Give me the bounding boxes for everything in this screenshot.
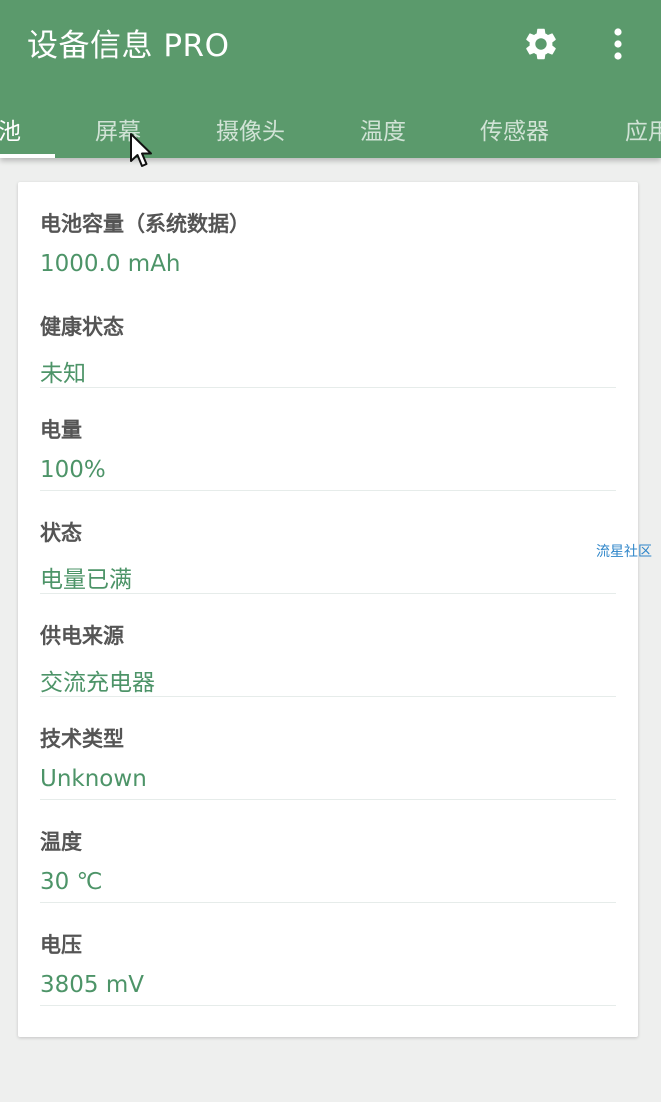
watermark-text: 流星社区 bbox=[596, 544, 652, 560]
info-value: 交流充电器 bbox=[40, 670, 155, 696]
tab-bar: 池 屏幕 摄像头 温度 传感器 应用 bbox=[0, 100, 661, 158]
info-value: 未知 bbox=[40, 361, 86, 387]
app-bar: 设备信息 PRO 池 屏幕 摄像头 温度 传感器 应用 bbox=[0, 0, 661, 158]
info-label: 温度 bbox=[40, 830, 82, 854]
info-row-level: 电量 100% bbox=[18, 388, 638, 491]
info-label: 电量 bbox=[40, 418, 82, 442]
info-value: 100% bbox=[40, 457, 106, 483]
info-row-technology: 技术类型 Unknown bbox=[18, 697, 638, 800]
settings-button[interactable] bbox=[519, 22, 563, 66]
tab-camera[interactable]: 摄像头 bbox=[216, 112, 285, 146]
info-row-voltage: 电压 3805 mV bbox=[18, 903, 638, 1006]
info-label: 状态 bbox=[40, 521, 82, 545]
info-row-health: 健康状态 未知 bbox=[18, 285, 638, 388]
info-label: 技术类型 bbox=[40, 727, 124, 751]
tab-temperature[interactable]: 温度 bbox=[360, 112, 406, 146]
info-value: 1000.0 mAh bbox=[40, 251, 181, 277]
info-value: 30 ℃ bbox=[40, 869, 103, 895]
info-label: 电池容量（系统数据） bbox=[40, 212, 250, 236]
info-row-status: 状态 电量已满 bbox=[18, 491, 638, 594]
tab-indicator bbox=[0, 154, 55, 158]
info-value: Unknown bbox=[40, 766, 147, 792]
info-row-battery-capacity: 电池容量（系统数据） 1000.0 mAh bbox=[18, 182, 638, 285]
gear-icon bbox=[526, 28, 556, 60]
more-options-button[interactable] bbox=[600, 22, 636, 66]
info-row-temperature: 温度 30 ℃ bbox=[18, 800, 638, 903]
app-title: 设备信息 PRO bbox=[27, 28, 230, 64]
tab-sensors[interactable]: 传感器 bbox=[480, 112, 549, 146]
tab-battery[interactable]: 池 bbox=[0, 112, 21, 146]
battery-info-card: 电池容量（系统数据） 1000.0 mAh 健康状态 未知 电量 100% 状态… bbox=[18, 182, 638, 1037]
tab-apps[interactable]: 应用 bbox=[625, 112, 661, 146]
mouse-cursor-icon bbox=[130, 133, 152, 167]
info-value: 电量已满 bbox=[40, 567, 132, 593]
more-vertical-icon bbox=[614, 28, 622, 60]
info-row-power-source: 供电来源 交流充电器 bbox=[18, 594, 638, 697]
info-value: 3805 mV bbox=[40, 972, 144, 998]
info-label: 供电来源 bbox=[40, 624, 124, 648]
info-label: 健康状态 bbox=[40, 315, 124, 339]
info-label: 电压 bbox=[40, 933, 82, 957]
row-divider bbox=[40, 1005, 616, 1006]
